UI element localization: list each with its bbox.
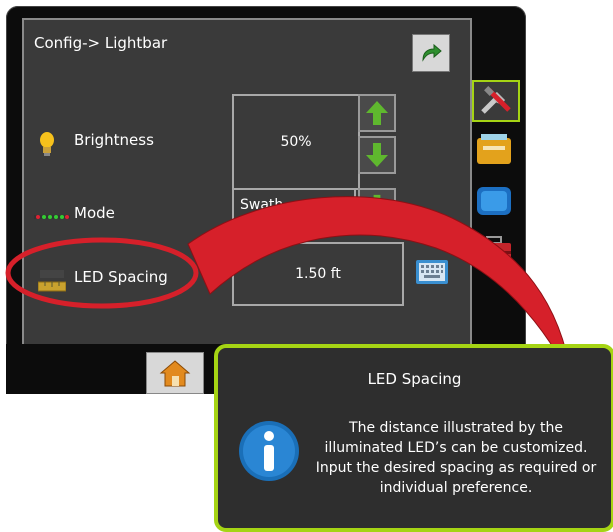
- info-icon: [239, 421, 299, 481]
- callout-title: LED Spacing: [367, 370, 462, 388]
- info-callout: LED Spacing The distance illustrated by …: [214, 344, 613, 532]
- highlight-ellipse: [5, 237, 199, 309]
- callout-body: The distance illustrated by the illumina…: [315, 420, 597, 496]
